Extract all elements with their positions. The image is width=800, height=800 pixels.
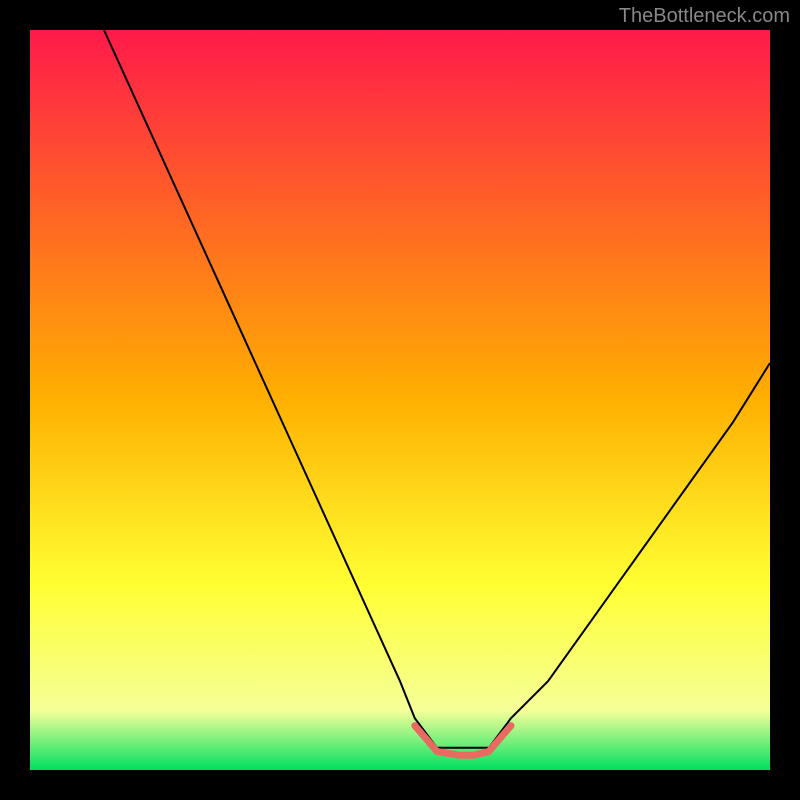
chart-plot [30,30,770,770]
watermark-label: TheBottleneck.com [619,5,790,28]
chart-frame [30,30,770,770]
gradient-background [30,30,770,770]
